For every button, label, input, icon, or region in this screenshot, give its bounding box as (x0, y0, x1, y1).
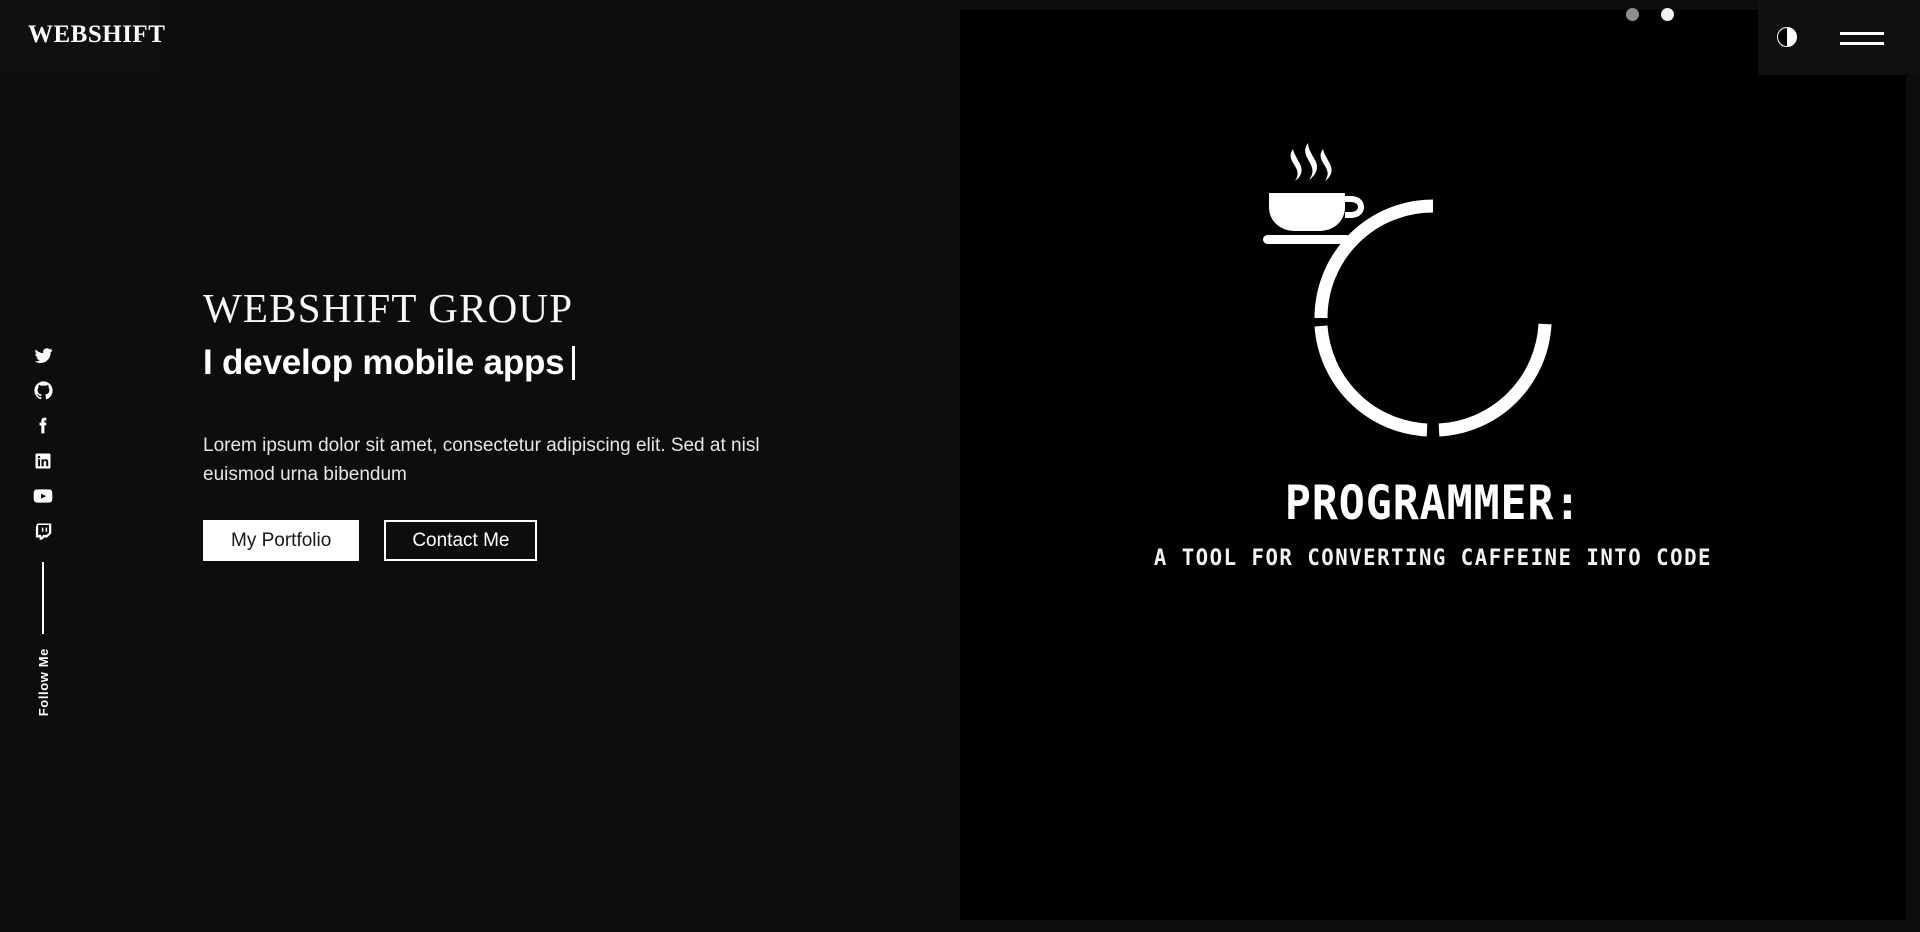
contact-me-button[interactable]: Contact Me (384, 519, 538, 561)
hero-description: Lorem ipsum dolor sit amet, consectetur … (203, 435, 760, 486)
social-link-twitter[interactable] (28, 338, 58, 373)
rail-divider (42, 562, 44, 634)
hero-typed-text: I develop mobile apps (203, 343, 565, 383)
coffee-cup-in-ring-icon (1263, 143, 1553, 438)
social-link-facebook[interactable] (28, 408, 58, 443)
social-rail: Follow Me (28, 338, 58, 716)
brand-logo[interactable]: WEBSHIFT (28, 22, 165, 47)
hero-actions: My Portfolio Contact Me (203, 519, 843, 561)
youtube-icon (33, 486, 53, 506)
twitter-icon (34, 346, 53, 365)
social-link-youtube[interactable] (28, 478, 58, 513)
hero-typed-line: I develop mobile apps (203, 341, 843, 385)
hero-content: WEBSHIFT GROUP I develop mobile apps Lor… (203, 283, 843, 561)
github-icon (33, 381, 53, 400)
social-link-twitch[interactable] (28, 513, 58, 548)
coffee-cup-icon (1263, 143, 1364, 244)
stage-subtitle: A TOOL FOR CONVERTING CAFFEINE INTO CODE (1153, 546, 1713, 571)
hero-kicker: WEBSHIFT GROUP (203, 285, 574, 331)
social-link-linkedin[interactable] (28, 443, 58, 478)
my-portfolio-button[interactable]: My Portfolio (203, 519, 360, 561)
linkedin-icon (34, 452, 52, 470)
stage-artwork: PROGRAMMER: A TOOL FOR CONVERTING CAFFEI… (960, 0, 1906, 932)
facebook-icon (34, 416, 53, 435)
follow-me-label: Follow Me (35, 648, 51, 717)
stage-title: PROGRAMMER: (1284, 476, 1582, 531)
landing-page: WEBSHIFT Follow Me WEBSHIFT GROUP I deve… (0, 0, 1920, 932)
typing-caret (572, 346, 576, 381)
social-link-github[interactable] (28, 373, 58, 408)
twitch-icon (34, 522, 52, 540)
